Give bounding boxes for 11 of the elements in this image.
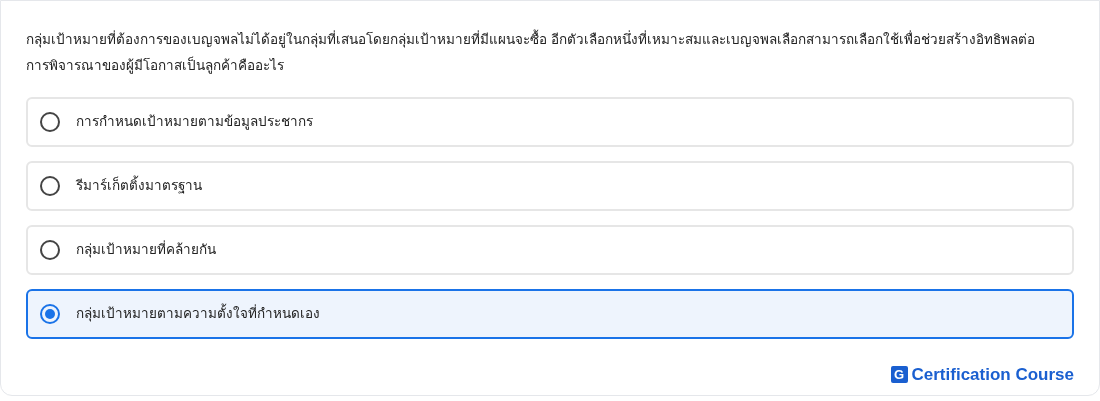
answer-option[interactable]: การกำหนดเป้าหมายตามข้อมูลประชากร <box>26 97 1074 147</box>
radio-icon <box>40 112 60 132</box>
logo-icon: G <box>890 365 908 383</box>
radio-icon <box>40 176 60 196</box>
radio-icon <box>40 304 60 324</box>
radio-icon <box>40 240 60 260</box>
brand-name: Certification Course <box>911 363 1074 386</box>
answer-option[interactable]: รีมาร์เก็ตติ้งมาตรฐาน <box>26 161 1074 211</box>
answer-option[interactable]: กลุ่มเป้าหมายตามความตั้งใจที่กำหนดเอง <box>26 289 1074 339</box>
answer-option[interactable]: กลุ่มเป้าหมายที่คล้ายกัน <box>26 225 1074 275</box>
question-text: กลุ่มเป้าหมายที่ต้องการของเบญจพลไม่ได้อยู่ในกลุ่มที่เสนอโดยกลุ่มเป้าหมายที่มีแผนจะซื้อ อีกตัวเลือกหนึ่งที่เหมาะสมและเบญจพลเลือกสามารถเลือกใช้เพื่อช่วยสร้างอิทธิพลต่อการพิจารณาของผู้มีโอกาสเป็นลูกค้าคืออะไร <box>26 27 1074 79</box>
